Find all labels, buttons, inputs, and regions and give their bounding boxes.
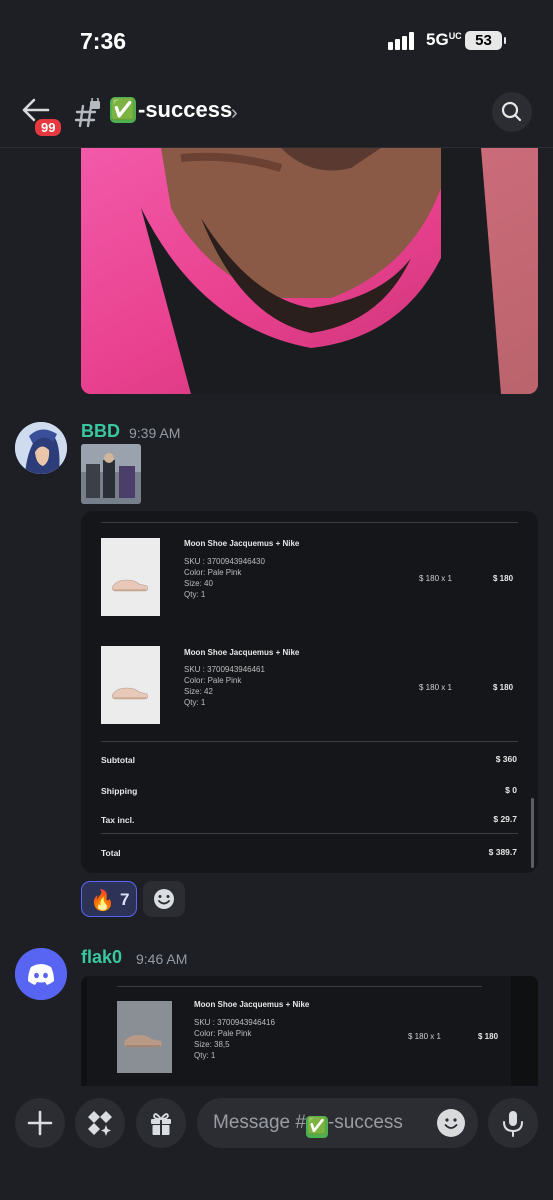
unit-price: $ 180 x 1 (419, 574, 452, 583)
message-input[interactable]: Message #✅-success (197, 1098, 478, 1148)
discord-logo-icon (15, 948, 67, 1000)
attachment-thumbnail[interactable] (81, 444, 141, 504)
username[interactable]: flak0 (81, 947, 122, 968)
channel-header: 99 ✅ -success › (0, 80, 553, 148)
thumbnail-image (81, 444, 141, 504)
line-total: $ 180 (478, 1032, 499, 1041)
battery-icon: 53 (465, 31, 506, 50)
gift-button[interactable] (136, 1098, 186, 1148)
product-details: SKU : 3700943946430 Color: Pale Pink Size:… (184, 557, 265, 599)
summary-value: $ 0 (505, 785, 517, 795)
signal-icon (388, 32, 418, 50)
plus-icon (27, 1110, 53, 1136)
apps-icon (88, 1111, 112, 1136)
product-name: Moon Shoe Jacquemus + Nike (184, 648, 300, 657)
reaction-count: 7 (120, 890, 130, 909)
message-placeholder: Message #✅-success (213, 1112, 403, 1138)
order-embed: Moon Shoe Jacquemus + Nike SKU : 3700943… (81, 976, 538, 1091)
line-total: $ 180 (493, 683, 514, 692)
product-details: SKU : 3700943946416 Color: Pale Pink Size:… (194, 1018, 275, 1060)
search-button[interactable] (492, 92, 532, 132)
channel-name[interactable]: -success (138, 97, 232, 123)
summary-label: Subtotal (101, 755, 135, 765)
summary-label: Total (101, 848, 121, 858)
summary-label: Shipping (101, 786, 138, 796)
avatar[interactable] (15, 422, 67, 474)
search-icon (501, 101, 522, 122)
chevron-right-icon[interactable]: › (231, 102, 238, 125)
emoji-icon[interactable] (437, 1109, 465, 1137)
summary-value: $ 360 (495, 754, 517, 764)
unit-price: $ 180 x 1 (419, 683, 452, 692)
add-reaction-button[interactable] (143, 881, 185, 917)
avatar-image (15, 422, 67, 474)
apps-button[interactable] (75, 1098, 125, 1148)
network-label: 5GUC (426, 30, 462, 49)
timestamp: 9:39 AM (129, 425, 181, 441)
microphone-icon (503, 1111, 523, 1137)
product-image (101, 538, 160, 616)
avatar[interactable] (15, 948, 67, 1000)
message-composer: Message #✅-success (0, 1086, 553, 1200)
line-total: $ 180 (493, 574, 514, 583)
unit-price: $ 180 x 1 (408, 1032, 441, 1041)
attached-photo[interactable] (81, 148, 538, 394)
timestamp: 9:46 AM (136, 951, 188, 967)
summary-value: $ 389.7 (488, 847, 517, 857)
gift-icon (151, 1113, 171, 1135)
unread-badge: 99 (33, 117, 64, 138)
voice-button[interactable] (488, 1098, 538, 1148)
emoji-icon (154, 889, 174, 909)
photo-illustration (81, 148, 538, 394)
order-embed: Moon Shoe Jacquemus + Nike SKU : 3700943… (81, 511, 538, 873)
summary-value: $ 29.7 (493, 814, 517, 824)
emoji-face (444, 1118, 458, 1129)
reaction-fire[interactable]: 🔥 7 (81, 881, 137, 917)
attach-button[interactable] (15, 1098, 65, 1148)
clock: 7:36 (80, 28, 127, 54)
summary-label: Tax incl. (101, 815, 135, 825)
fire-emoji: 🔥 (90, 890, 115, 912)
embed-scrollbar[interactable] (531, 798, 534, 868)
product-image (117, 1001, 172, 1073)
shoe-icon (112, 579, 148, 592)
product-details: SKU : 3700943946461 Color: Pale Pink Size:… (184, 665, 265, 707)
check-emoji: ✅ (110, 97, 136, 123)
status-bar: 7:36 5GUC 53 (0, 0, 553, 80)
shoe-icon (112, 687, 148, 700)
product-image (101, 646, 160, 724)
shoe-icon (124, 1035, 162, 1047)
product-name: Moon Shoe Jacquemus + Nike (184, 539, 300, 548)
hash-lock-icon (74, 98, 100, 128)
product-name: Moon Shoe Jacquemus + Nike (194, 1000, 310, 1009)
username[interactable]: BBD (81, 421, 120, 442)
